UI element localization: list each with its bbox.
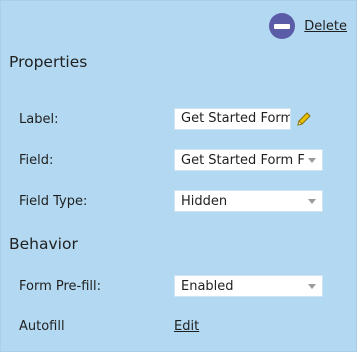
autofill-label: Autofill: [19, 318, 65, 334]
autofill-row: Autofill Edit: [19, 314, 356, 338]
form-prefill-select[interactable]: Enabled: [174, 275, 323, 297]
chevron-down-icon[interactable]: [308, 158, 316, 163]
label-input-value: Get Started Form: [181, 111, 291, 126]
autofill-edit-link[interactable]: Edit: [174, 319, 199, 334]
field-type-select[interactable]: Hidden: [174, 190, 323, 212]
chevron-down-icon[interactable]: [308, 199, 316, 204]
minus-circle-icon[interactable]: [269, 13, 296, 39]
field-row: Field: Get Started Form F: [19, 148, 356, 172]
properties-heading: Properties: [9, 53, 88, 71]
field-label: Field:: [19, 152, 54, 168]
chevron-down-icon[interactable]: [308, 284, 316, 289]
field-type-label: Field Type:: [19, 193, 88, 209]
label-field-label: Label:: [19, 111, 59, 127]
form-field-properties-panel: Delete Properties Label: Get Started For…: [0, 0, 357, 352]
form-prefill-row: Form Pre-fill: Enabled: [19, 274, 356, 298]
pencil-icon[interactable]: [296, 111, 312, 127]
field-select-value: Get Started Form F: [181, 152, 305, 168]
field-select[interactable]: Get Started Form F: [174, 149, 323, 171]
delete-action[interactable]: Delete: [269, 13, 347, 39]
field-type-select-value: Hidden: [181, 193, 228, 209]
field-type-row: Field Type: Hidden: [19, 189, 356, 213]
delete-link[interactable]: Delete: [304, 19, 347, 34]
label-input[interactable]: Get Started Form: [174, 108, 291, 130]
form-prefill-select-value: Enabled: [181, 278, 234, 294]
form-prefill-label: Form Pre-fill:: [19, 278, 102, 294]
behavior-heading: Behavior: [9, 235, 78, 253]
label-row: Label: Get Started Form: [19, 107, 356, 131]
